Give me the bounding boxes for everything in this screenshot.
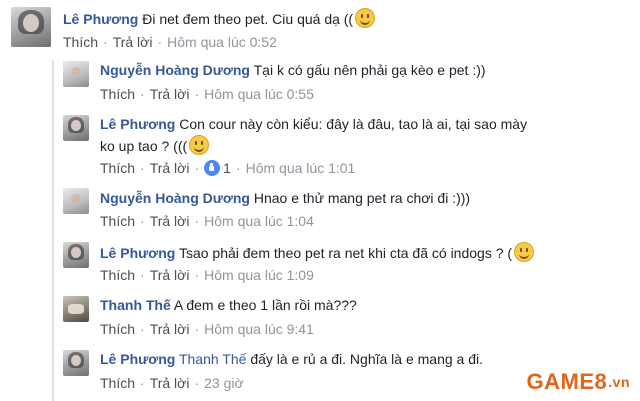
- smile-emoji-icon: [355, 8, 376, 28]
- smile-emoji-icon: [514, 242, 535, 262]
- like-link[interactable]: Thích: [100, 375, 135, 391]
- comment-author[interactable]: Thanh Thế: [100, 297, 171, 313]
- like-link[interactable]: Thích: [100, 86, 135, 102]
- comment-author[interactable]: Lê Phương: [100, 245, 175, 261]
- like-count[interactable]: 1: [223, 160, 231, 176]
- avatar[interactable]: [11, 7, 51, 47]
- smile-emoji-icon: [189, 135, 210, 155]
- comment-text: Tsao phải đem theo pet ra net khi cta đã…: [178, 245, 513, 261]
- avatar[interactable]: [63, 115, 89, 141]
- comment-timestamp[interactable]: Hôm qua lúc 9:41: [204, 321, 314, 337]
- comment-text: Tại k có gấu nên phải gạ kèo e pet :)): [253, 62, 486, 78]
- reply-link[interactable]: Trả lời: [113, 34, 153, 50]
- reply-link[interactable]: Trả lời: [150, 375, 190, 391]
- like-link[interactable]: Thích: [100, 267, 135, 283]
- comment-timestamp[interactable]: Hôm qua lúc 1:01: [246, 160, 356, 176]
- comment-timestamp[interactable]: Hôm qua lúc 1:09: [204, 267, 314, 283]
- comment-text: A đem e theo 1 lần rồi mà???: [173, 297, 357, 313]
- like-link[interactable]: Thích: [100, 213, 135, 229]
- reply-link[interactable]: Trả lời: [150, 160, 190, 176]
- comment-author[interactable]: Lê Phương: [100, 351, 175, 367]
- comment-timestamp[interactable]: Hôm qua lúc 0:55: [204, 86, 314, 102]
- avatar[interactable]: [63, 61, 89, 87]
- like-link[interactable]: Thích: [63, 34, 98, 50]
- comment-text-continued: ko up tao ? (((: [100, 138, 188, 154]
- comment-author[interactable]: Nguyễn Hoàng Dương: [100, 190, 250, 206]
- comment-text: đấy là e rủ a đi. Nghĩa là e mang a đi.: [250, 351, 484, 367]
- comment-timestamp[interactable]: Hôm qua lúc 0:52: [167, 34, 277, 50]
- mention-link[interactable]: Thanh Thế: [179, 351, 246, 367]
- comment-author[interactable]: Lê Phương: [100, 116, 175, 132]
- comment-timestamp[interactable]: 23 giờ: [204, 375, 244, 391]
- like-thumb-icon[interactable]: [204, 160, 221, 176]
- game8-watermark-logo: GAME8 .vn: [518, 369, 636, 395]
- reply-thread-line: [52, 60, 54, 401]
- comment-text: Đi net đem theo pet. Ciu quá dạ ((: [142, 11, 354, 27]
- avatar[interactable]: [63, 242, 89, 268]
- reply-link[interactable]: Trả lời: [150, 321, 190, 337]
- avatar[interactable]: [63, 188, 89, 214]
- comment-text: Hnao e thử mang pet ra chơi đi :))): [253, 190, 471, 206]
- avatar[interactable]: [63, 296, 89, 322]
- like-link[interactable]: Thích: [100, 160, 135, 176]
- reply-link[interactable]: Trả lời: [150, 86, 190, 102]
- comment-timestamp[interactable]: Hôm qua lúc 1:04: [204, 213, 314, 229]
- reply-link[interactable]: Trả lời: [150, 267, 190, 283]
- avatar[interactable]: [63, 350, 89, 376]
- comment-author[interactable]: Nguyễn Hoàng Dương: [100, 62, 250, 78]
- like-link[interactable]: Thích: [100, 321, 135, 337]
- comment-text: Con cour này còn kiểu: đây là đâu, tao l…: [179, 116, 528, 132]
- reply-link[interactable]: Trả lời: [150, 213, 190, 229]
- comment-author[interactable]: Lê Phương: [63, 11, 138, 27]
